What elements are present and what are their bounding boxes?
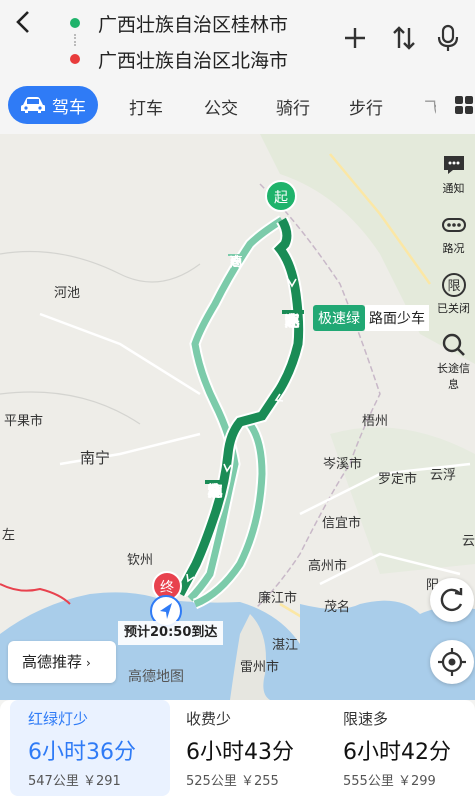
recommend-label: 高德推荐 — [22, 653, 83, 671]
start-location-text: 广西壮族自治区桂林市 — [98, 13, 289, 36]
restriction-tool[interactable]: 限 已关闭 — [432, 272, 475, 328]
amap-logo: 高德地图 — [128, 669, 184, 685]
start-location-row[interactable]: 广西壮族自治区桂林市 — [56, 8, 330, 38]
start-marker[interactable]: 起 — [265, 180, 297, 212]
city-label: 信宜市 — [322, 516, 362, 531]
search-icon — [442, 333, 465, 356]
end-dot-icon — [70, 54, 80, 64]
locate-icon — [438, 648, 466, 676]
longtrip-tool[interactable]: 长途信息 — [432, 332, 475, 391]
refresh-icon — [440, 588, 463, 612]
tab-drive[interactable]: 驾车 — [8, 86, 98, 124]
route-option-3[interactable]: 限速多 6小时42分 555公里 ￥299 — [325, 700, 475, 796]
tab-taxi[interactable]: 打车 — [129, 94, 163, 119]
restriction-icon: 限 — [441, 273, 466, 297]
city-label: 梧州 — [362, 414, 389, 429]
city-label: 南宁 — [80, 449, 111, 467]
tab-bus[interactable]: 公交 — [204, 94, 238, 119]
traffic-icon — [441, 218, 466, 232]
microphone-icon[interactable] — [433, 22, 463, 54]
eta-label: 预计20:50到达 — [118, 621, 224, 645]
city-label: 茂名 — [324, 600, 351, 615]
city-label: 廉江市 — [258, 591, 298, 606]
notice-tool[interactable]: 通知 — [432, 152, 475, 208]
end-location-text: 广西壮族自治区北海市 — [98, 49, 289, 72]
back-icon[interactable] — [10, 6, 38, 38]
recommend-button[interactable]: 高德推荐 › — [8, 641, 116, 683]
message-icon — [443, 156, 464, 174]
route-options: 红绿灯少 6小时36分 547公里 ￥291 收费少 6小时43分 525公里 … — [0, 700, 475, 796]
refresh-button[interactable] — [430, 578, 474, 622]
map-view[interactable]: 河池 平果市 南宁 钦州 梧州 岑溪市 罗定市 云浮 信宜市 高州市 廉江市 茂… — [0, 134, 475, 700]
swap-icon[interactable] — [389, 22, 419, 54]
route-speed-badge[interactable]: 极速绿 路面少车 — [313, 305, 429, 331]
route-header: 广西壮族自治区桂林市 广西壮族自治区北海市 — [0, 0, 475, 78]
map-canvas — [0, 134, 475, 700]
city-label: 云浮 — [430, 468, 457, 483]
city-label: 高州市 — [308, 559, 348, 574]
tab-bike[interactable]: 骑行 — [276, 94, 310, 119]
route-option-2[interactable]: 收费少 6小时43分 525公里 ￥255 — [168, 700, 318, 796]
tab-walk[interactable]: 步行 — [349, 94, 383, 119]
tab-drive-label: 驾车 — [52, 97, 86, 118]
city-label: 岑溪市 — [323, 457, 363, 472]
city-label: 湛江 — [272, 638, 299, 653]
city-label: 雷州市 — [240, 660, 280, 675]
city-label: 钦州 — [127, 553, 154, 568]
city-label: 河池 — [54, 286, 81, 301]
route-option-1[interactable]: 红绿灯少 6小时36分 547公里 ￥291 — [10, 700, 170, 796]
locate-button[interactable] — [430, 640, 474, 684]
transport-mode-tabs: 驾车 打车 公交 骑行 步行 飞 — [0, 78, 475, 134]
road-label-hubei: 呼 北 高 速 — [282, 310, 304, 330]
city-label: 左 — [2, 528, 16, 543]
road-label-liubei: 柳 北 高 速 — [205, 480, 227, 500]
address-box: 广西壮族自治区桂林市 广西壮族自治区北海市 — [56, 4, 330, 72]
map-side-tools: 通知 路况 限 已关闭 长途信息 — [432, 148, 475, 391]
road-label-quannan: 泉 南 高 速 — [228, 254, 244, 270]
more-modes-grid-icon[interactable] — [455, 96, 473, 114]
city-label: 平果市 — [4, 414, 44, 429]
traffic-tool[interactable]: 路况 — [432, 212, 475, 268]
tab-flight-partial[interactable]: 飞 — [424, 94, 436, 119]
car-icon — [21, 97, 45, 113]
city-label: 云 — [462, 534, 475, 549]
plus-icon[interactable] — [340, 22, 370, 54]
city-label: 罗定市 — [378, 472, 418, 487]
end-location-row[interactable]: 广西壮族自治区北海市 — [56, 44, 330, 74]
svg-text:限: 限 — [447, 279, 460, 294]
chevron-right-icon: › — [86, 656, 91, 670]
start-dot-icon — [70, 18, 80, 28]
